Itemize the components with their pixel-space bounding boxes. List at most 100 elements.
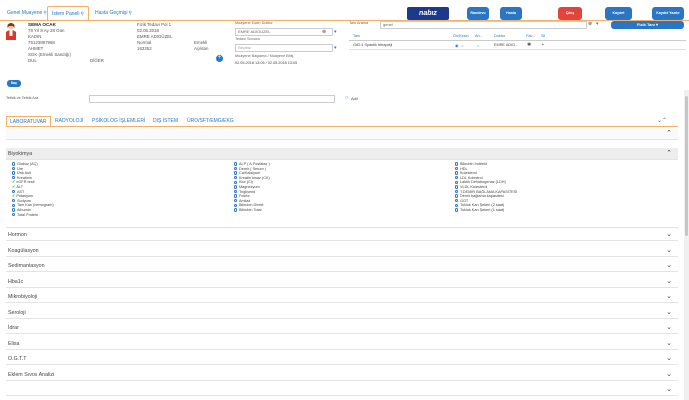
- diagnosis-search-input[interactable]: genel: [380, 21, 587, 29]
- test-label: Laktik Dehidrogenaz (LDH): [459, 180, 506, 185]
- radio-icon[interactable]: ◉: [455, 43, 459, 48]
- checkbox-icon[interactable]: [234, 194, 238, 198]
- checkbox-icon[interactable]: [12, 198, 16, 203]
- add-icon[interactable]: +: [216, 55, 223, 62]
- checkbox-icon[interactable]: [455, 185, 459, 189]
- chevron-down-icon[interactable]: ▾: [334, 29, 337, 35]
- checkbox-icon[interactable]: [234, 189, 238, 194]
- radio-icon[interactable]: ○: [477, 43, 479, 48]
- section-header[interactable]: ⌄: [6, 384, 678, 396]
- checkbox-icon[interactable]: [12, 212, 16, 217]
- chevron-down-icon[interactable]: ▾: [596, 21, 599, 27]
- test-checkbox-item[interactable]: Bilirubin Total: [234, 208, 262, 213]
- checkbox-icon[interactable]: [455, 171, 459, 175]
- checkbox-icon[interactable]: [234, 162, 238, 166]
- appointment-button[interactable]: Randevu: [467, 7, 489, 20]
- checkbox-icon[interactable]: [234, 185, 238, 189]
- chevron-down-icon[interactable]: ⌄: [666, 370, 672, 378]
- chevron-down-icon[interactable]: ⌄: [666, 246, 672, 254]
- test-search-input[interactable]: [89, 95, 335, 103]
- exit-button[interactable]: Çıkış: [558, 7, 582, 20]
- section-title: Koagülasyon: [8, 247, 39, 254]
- test-label: Tokluk Kan Şekeri (2 saat): [459, 203, 505, 208]
- save-button[interactable]: Kaydet: [605, 7, 632, 20]
- section-header[interactable]: Hba1c ⌄: [6, 275, 678, 288]
- checkbox-icon[interactable]: [455, 198, 459, 203]
- clear-icon[interactable]: ⊗: [588, 21, 592, 27]
- diagnosis-type-chip[interactable]: Fizik Tanı ▾: [611, 21, 684, 29]
- test-label: ALT: [16, 185, 24, 189]
- trash-icon[interactable]: ▪: [542, 42, 544, 48]
- save-print-button[interactable]: Kaydet Yazdır: [652, 7, 684, 20]
- checkbox-icon[interactable]: [455, 203, 459, 207]
- checkbox-icon[interactable]: [12, 171, 16, 175]
- chevron-down-icon[interactable]: ⌄: [666, 339, 672, 347]
- checkbox-icon[interactable]: [455, 208, 459, 212]
- section-header[interactable]: Koagülasyon ⌄: [6, 244, 678, 257]
- check-icon[interactable]: ✔: [12, 184, 15, 189]
- checkbox-icon[interactable]: [455, 180, 459, 184]
- checkbox-icon[interactable]: [234, 171, 238, 175]
- chevron-up-icon[interactable]: ⌃: [666, 149, 672, 157]
- checkbox-icon[interactable]: [234, 175, 238, 180]
- section-header[interactable]: Elisa ⌄: [6, 337, 678, 350]
- chevron-down-icon[interactable]: ⌄: [666, 292, 672, 300]
- test-checkbox-item[interactable]: Tokluk Kan Şekeri (1 saat): [455, 208, 504, 213]
- small-action-button[interactable]: İlaç: [7, 80, 21, 87]
- chevron-down-icon[interactable]: ⌄: [666, 261, 672, 269]
- checkbox-icon[interactable]: [234, 180, 238, 184]
- tab-istem-paneli[interactable]: İstem Paneli⚲: [47, 6, 89, 21]
- radio-icon[interactable]: ○: [345, 95, 348, 101]
- gear-icon[interactable]: ✱: [527, 42, 531, 48]
- chevron-down-icon[interactable]: ⌄: [666, 277, 672, 285]
- checkbox-icon[interactable]: [234, 198, 238, 203]
- checkbox-icon[interactable]: [12, 162, 16, 166]
- patient-marital: DUL: [28, 58, 37, 63]
- checkbox-icon[interactable]: [455, 166, 459, 171]
- chevron-up-icon[interactable]: ⌃: [666, 129, 672, 137]
- chevron-down-icon[interactable]: ⌄: [666, 354, 672, 362]
- scrollbar[interactable]: [684, 90, 689, 400]
- section-header[interactable]: Hormon ⌄: [6, 229, 678, 241]
- chevron-down-icon[interactable]: ⌄: [666, 230, 672, 238]
- checkbox-icon[interactable]: [234, 203, 238, 207]
- tab-genel-muayene[interactable]: Genel Muayene⚲: [3, 6, 51, 20]
- chevron-down-icon[interactable]: ⌄: [666, 308, 672, 316]
- patient-button[interactable]: Hasta: [500, 7, 522, 20]
- patient-status: Normal: [137, 40, 152, 45]
- section-biyokimya-header[interactable]: Biyokimya ⌃: [6, 148, 678, 160]
- expand-all-icon[interactable]: ⌄⌃: [657, 117, 667, 124]
- tab-radyoloji[interactable]: RADYOLOJİ: [52, 116, 86, 126]
- checkbox-icon[interactable]: [455, 189, 459, 194]
- checkbox-icon[interactable]: [12, 208, 16, 212]
- tab-uro[interactable]: ÜRO/SFT/EMG/EKG: [184, 116, 237, 126]
- clear-icon[interactable]: ⊗: [322, 29, 326, 35]
- checkbox-icon[interactable]: [455, 175, 459, 180]
- examiner-select[interactable]: EMRE ADIGÜZEL: [235, 28, 333, 36]
- chevron-down-icon[interactable]: ⌄: [666, 323, 672, 331]
- section-header[interactable]: Sedimantasyon ⌄: [6, 260, 678, 272]
- checkbox-icon[interactable]: [455, 194, 459, 198]
- check-icon[interactable]: ✔: [12, 193, 15, 198]
- section-header[interactable]: Eklem Sıvısı Analizi ⌄: [6, 368, 678, 381]
- checkbox-icon[interactable]: [234, 166, 238, 171]
- tab-psikolog[interactable]: PSİKOLOG İŞLEMLERİ: [89, 116, 148, 126]
- checkbox-icon[interactable]: [234, 208, 238, 212]
- tab-hasta-gecmisi[interactable]: Hasta Geçmişi⚲: [91, 6, 136, 20]
- tab-dis-istem[interactable]: DIŞ İSTEM: [150, 116, 181, 126]
- section-header[interactable]: Seroloji ⌄: [6, 306, 678, 319]
- checkbox-icon[interactable]: [12, 166, 16, 171]
- referral-select[interactable]: Seçiniz: [235, 44, 333, 52]
- radio-icon[interactable]: ○: [461, 43, 463, 48]
- chevron-down-icon[interactable]: ▾: [334, 45, 337, 51]
- checkbox-icon[interactable]: [455, 162, 459, 166]
- test-checkbox-item[interactable]: Total Protein: [12, 213, 38, 218]
- tab-laboratuvar[interactable]: LABORATUVAR: [6, 116, 51, 126]
- chevron-down-icon[interactable]: ⌄: [666, 385, 672, 393]
- section-header[interactable]: Mikrobiyoloji ⌄: [6, 291, 678, 303]
- section-header[interactable]: O.G.T.T ⌄: [6, 353, 678, 365]
- checkbox-icon[interactable]: [12, 203, 16, 207]
- table-row[interactable]: G82.4 Spastik tetrapleji ◉ ○ ○ EMRE ADIG…: [349, 42, 686, 50]
- scrollbar-thumb[interactable]: [685, 96, 688, 236]
- section-header[interactable]: İdrar ⌄: [6, 322, 678, 334]
